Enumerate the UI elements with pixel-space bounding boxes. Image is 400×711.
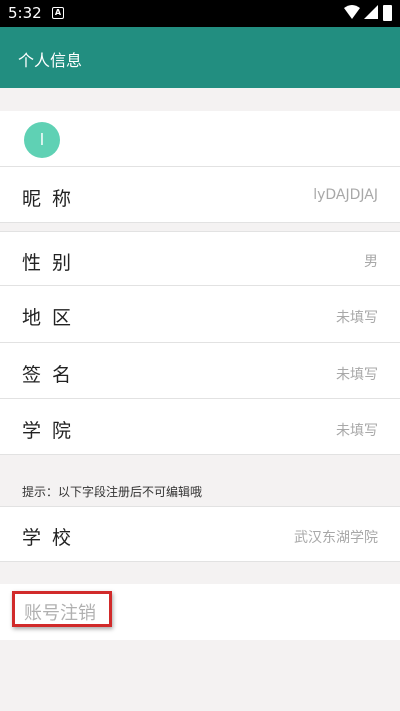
- nickname-label: 昵称: [22, 188, 83, 210]
- page-title: 个人信息: [18, 51, 83, 70]
- account-cancel-row[interactable]: 账号注销: [0, 584, 400, 640]
- avatar[interactable]: l: [24, 122, 60, 158]
- nickname-row[interactable]: 昵称 lyDAJDJAJ: [0, 167, 400, 223]
- app-toolbar: 个人信息: [0, 27, 400, 88]
- gender-row[interactable]: 性别 男: [0, 231, 400, 286]
- signature-value: 未填写: [336, 367, 378, 383]
- status-time: 5:32: [8, 4, 42, 22]
- status-bar: 5:32 A: [0, 0, 400, 27]
- region-value: 未填写: [336, 310, 378, 326]
- avatar-row[interactable]: l: [0, 111, 400, 167]
- wifi-icon: [344, 5, 360, 19]
- gender-label: 性别: [22, 252, 83, 274]
- college-label: 学院: [22, 420, 83, 442]
- region-row[interactable]: 地区 未填写: [0, 286, 400, 343]
- school-row: 学校 武汉东湖学院: [0, 506, 400, 562]
- school-label: 学校: [22, 527, 83, 549]
- account-cancel-highlight[interactable]: 账号注销: [12, 591, 112, 627]
- battery-icon: [383, 5, 392, 21]
- notification-icon: A: [52, 7, 64, 19]
- region-label: 地区: [22, 307, 83, 329]
- signal-icon: [364, 5, 378, 19]
- college-row[interactable]: 学院 未填写: [0, 399, 400, 455]
- school-value: 武汉东湖学院: [294, 530, 378, 546]
- college-value: 未填写: [336, 423, 378, 439]
- nickname-value: lyDAJDJAJ: [313, 187, 378, 203]
- signature-row[interactable]: 签名 未填写: [0, 343, 400, 399]
- hint-text: 提示：以下字段注册后不可编辑哦: [22, 485, 203, 499]
- account-cancel-button[interactable]: 账号注销: [24, 599, 96, 625]
- gender-value: 男: [364, 254, 378, 270]
- signature-label: 签名: [22, 364, 83, 386]
